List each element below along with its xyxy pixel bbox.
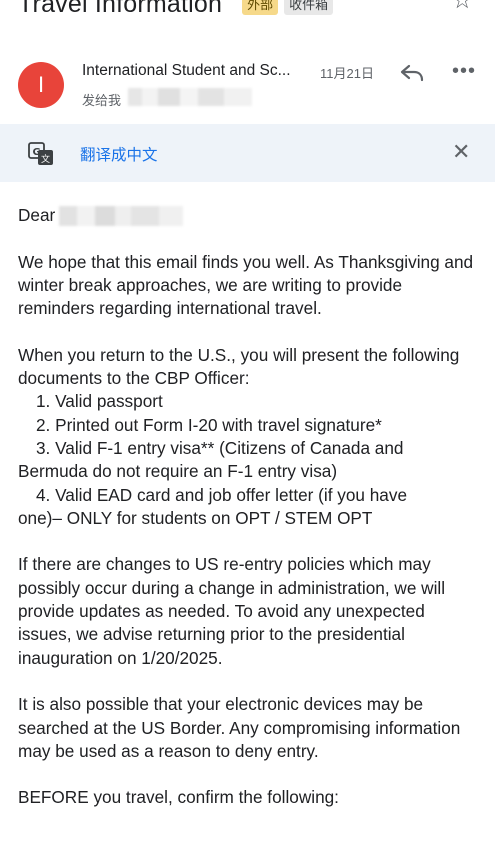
subject-row: Travel Information 外部 收件箱 — [18, 0, 334, 20]
documents-section: When you return to the U.S., you will pr… — [18, 344, 483, 530]
translate-icon: G 文 — [28, 142, 53, 165]
greeting: Dear — [18, 204, 483, 227]
paragraph-1: We hope that this email finds you well. … — [18, 251, 474, 319]
redacted-recipient — [128, 88, 252, 106]
sender-name[interactable]: International Student and Sc... — [82, 62, 291, 80]
email-date: 11月21日 — [320, 66, 374, 81]
paragraph-3: If there are changes to US re-entry poli… — [18, 554, 446, 668]
star-icon[interactable]: ☆ — [451, 0, 473, 15]
list-item-3: 3. Valid F-1 entry visa** (Citizens of C… — [36, 437, 404, 458]
greeting-word: Dear — [18, 205, 56, 225]
recipient-label[interactable]: 发给我 — [82, 90, 121, 109]
list-item-3-cont: Bermuda do not require an F-1 entry visa… — [18, 461, 338, 482]
email-view: Travel Information 外部 收件箱 ☆ I Internatio… — [0, 0, 495, 841]
reply-icon[interactable] — [399, 62, 425, 84]
sender-row[interactable]: I International Student and Sc... 11月21日… — [0, 56, 495, 116]
translate-bar: G 文 翻译成中文 ✕ — [0, 124, 495, 182]
paragraph-2-intro: When you return to the U.S., you will pr… — [18, 344, 460, 389]
list-item-1: 1. Valid passport — [36, 391, 163, 412]
svg-text:G: G — [33, 147, 41, 158]
close-icon[interactable]: ✕ — [452, 139, 470, 165]
avatar[interactable]: I — [18, 62, 64, 108]
paragraph-4: It is also possible that your electronic… — [18, 694, 461, 761]
list-item-4: 4. Valid EAD card and job offer letter (… — [36, 484, 408, 505]
more-icon[interactable]: ••• — [452, 60, 476, 83]
list-item-2: 2. Printed out Form I-20 with travel sig… — [36, 414, 382, 435]
redacted-name — [59, 206, 184, 227]
translate-link[interactable]: 翻译成中文 — [80, 143, 158, 165]
label-inbox[interactable]: 收件箱 — [284, 0, 334, 15]
email-subject: Travel Information — [18, 0, 223, 18]
paragraph-5: BEFORE you travel, confirm the following… — [18, 787, 339, 808]
email-body: Dear We hope that this email finds you w… — [18, 204, 483, 833]
svg-text:文: 文 — [41, 153, 50, 165]
label-external[interactable]: 外部 — [242, 0, 279, 15]
list-item-4-cont: one)– ONLY for students on OPT / STEM OP… — [18, 507, 373, 528]
